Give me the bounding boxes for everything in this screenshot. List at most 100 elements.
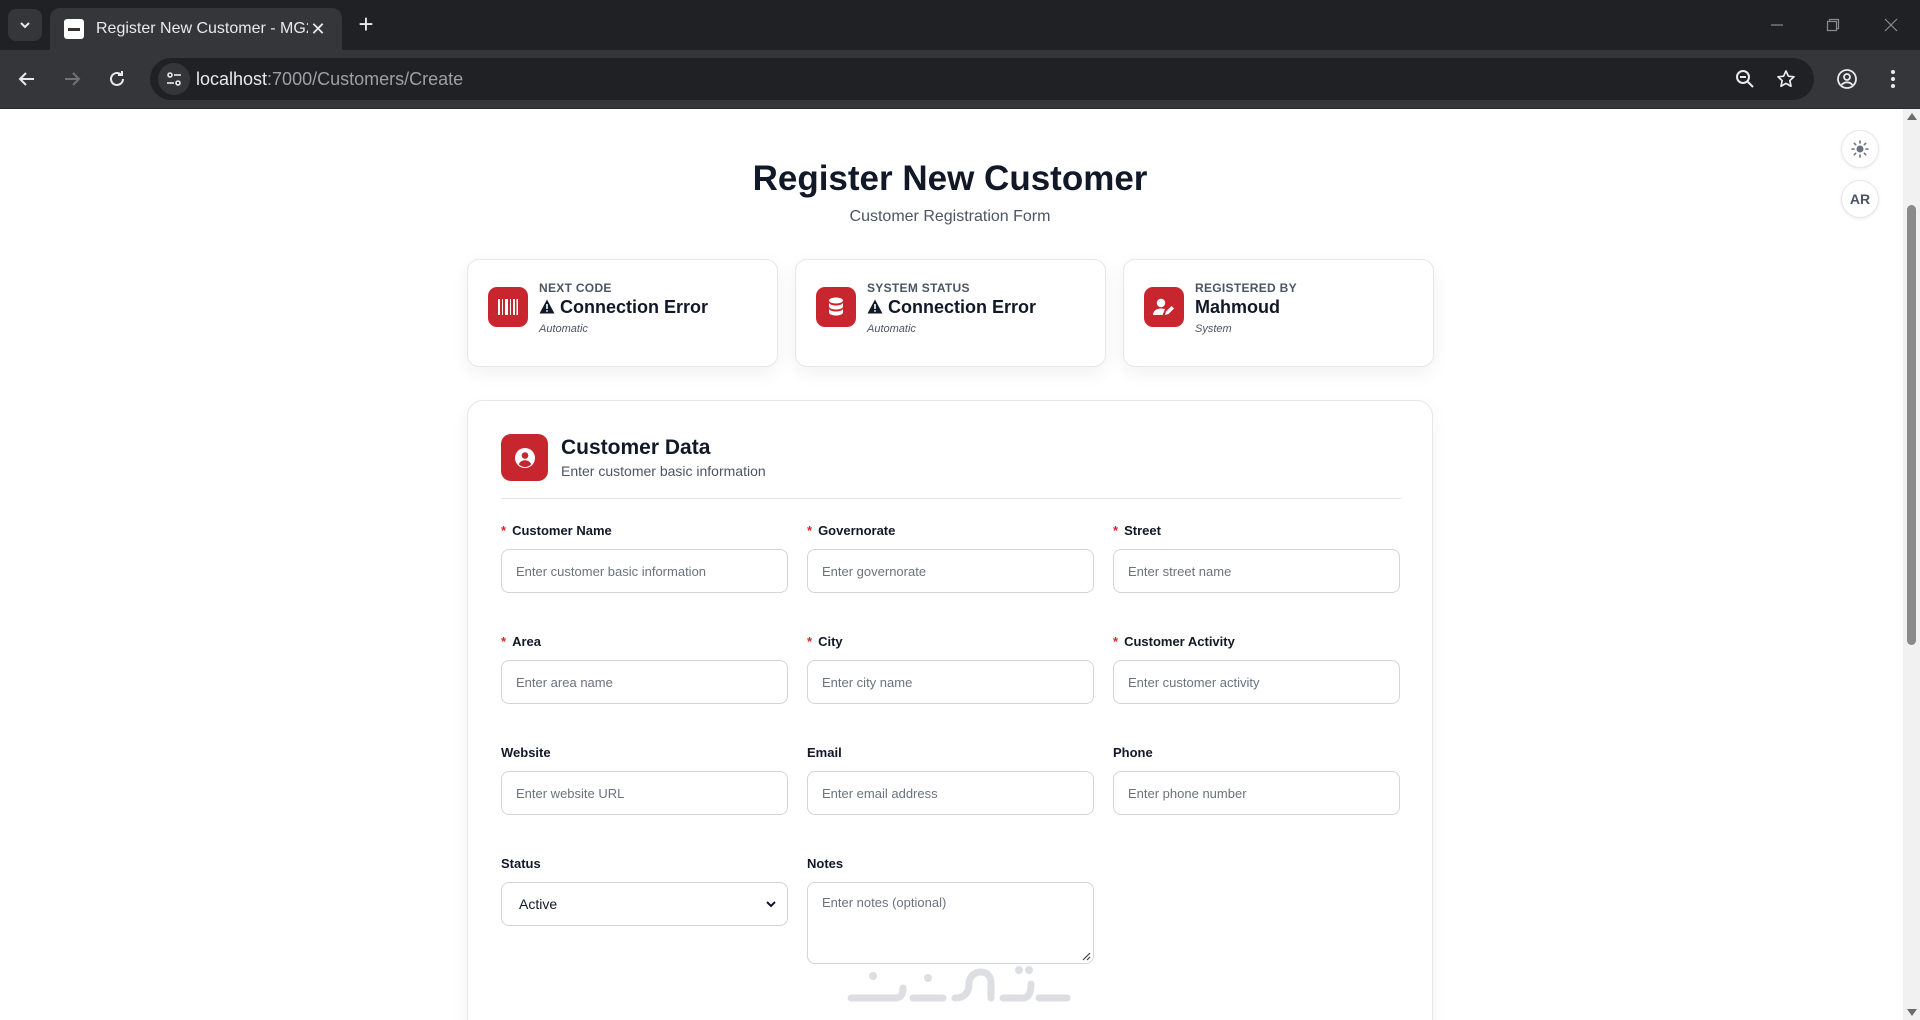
reload-icon — [110, 71, 124, 86]
new-tab-button[interactable]: + — [352, 11, 380, 39]
website-field: Website — [501, 744, 788, 815]
user-edit-icon — [1144, 287, 1184, 327]
site-info-button[interactable] — [158, 63, 190, 95]
page-subtitle: Customer Registration Form — [849, 208, 1051, 225]
registered-by-label: REGISTERED BY — [1195, 281, 1297, 295]
notes-field: Notes — [807, 855, 1094, 964]
city-label: * City — [807, 634, 843, 649]
bookmark-button[interactable] — [1771, 64, 1801, 94]
arrow-right-icon — [65, 72, 81, 86]
notes-label: Notes — [807, 856, 844, 871]
url-host: localhost — [196, 69, 268, 89]
next-code-card: NEXT CODE Connection Error Automatic — [467, 259, 778, 367]
next-code-value-text: Connection Error — [560, 297, 709, 317]
registered-by-card: REGISTERED BY Mahmoud System — [1123, 259, 1434, 367]
url-path: :7000/Customers/Create — [267, 69, 464, 89]
favicon-icon — [64, 19, 84, 39]
phone-field: Phone — [1113, 744, 1400, 815]
tab-title: Register New Customer - MG26 — [96, 20, 308, 37]
status-label: Status — [501, 856, 541, 871]
chevron-down-icon — [766, 901, 776, 908]
tab-close-icon[interactable]: ✕ — [308, 19, 328, 40]
customer-name-input[interactable] — [501, 549, 788, 593]
tune-icon — [167, 72, 181, 86]
watermark-logo — [847, 966, 1071, 1002]
browser-tab[interactable]: Register New Customer - MG26 ✕ — [50, 8, 342, 50]
required-marker: * — [807, 523, 813, 538]
street-label: * Street — [1113, 523, 1161, 538]
city-input[interactable] — [807, 660, 1094, 704]
close-window-button[interactable] — [1876, 12, 1906, 38]
required-marker: * — [1113, 634, 1119, 649]
chevron-down-icon — [20, 22, 30, 29]
required-marker: * — [501, 634, 507, 649]
phone-input[interactable] — [1113, 771, 1400, 815]
back-button[interactable] — [12, 64, 42, 94]
area-field: * Area — [501, 633, 788, 704]
city-field: * City — [807, 633, 1094, 704]
customer-activity-field: * Customer Activity — [1113, 633, 1400, 704]
customer-activity-input[interactable] — [1113, 660, 1400, 704]
minimize-icon — [1771, 24, 1783, 26]
required-marker: * — [1113, 523, 1119, 538]
registered-by-value: Mahmoud — [1195, 297, 1280, 317]
close-icon — [1884, 18, 1898, 32]
status-select[interactable]: Active — [501, 882, 788, 926]
page-scrollbar[interactable] — [1903, 109, 1920, 1020]
governorate-input[interactable] — [807, 549, 1094, 593]
system-status-label: SYSTEM STATUS — [867, 281, 970, 295]
next-code-label: NEXT CODE — [539, 281, 612, 295]
street-field: * Street — [1113, 522, 1400, 593]
reload-button[interactable] — [102, 64, 132, 94]
system-status-note: Automatic — [867, 323, 916, 335]
section-subtitle: Enter customer basic information — [561, 463, 766, 479]
scroll-down-arrow-icon[interactable] — [1907, 1009, 1917, 1016]
more-vert-icon — [1891, 70, 1895, 88]
zoom-button[interactable] — [1730, 64, 1760, 94]
system-status-card: SYSTEM STATUS Connection Error Automatic — [795, 259, 1106, 367]
email-input[interactable] — [807, 771, 1094, 815]
email-label: Email — [807, 745, 842, 760]
customer-data-form: Customer Data Enter customer basic infor… — [467, 400, 1433, 1020]
governorate-field: * Governorate — [807, 522, 1094, 593]
database-icon — [816, 287, 856, 327]
email-field: Email — [807, 744, 1094, 815]
forward-button[interactable] — [57, 64, 87, 94]
registered-by-note: System — [1195, 323, 1232, 335]
url-text: localhost:7000/Customers/Create — [196, 69, 463, 90]
address-bar[interactable]: localhost:7000/Customers/Create — [150, 58, 1814, 100]
website-input[interactable] — [501, 771, 788, 815]
profile-button[interactable] — [1832, 64, 1862, 94]
street-input[interactable] — [1113, 549, 1400, 593]
customer-activity-label: * Customer Activity — [1113, 634, 1235, 649]
resize-grip-icon[interactable] — [1081, 951, 1091, 961]
user-circle-icon — [501, 434, 548, 481]
next-code-note: Automatic — [539, 323, 588, 335]
arrow-left-icon — [18, 72, 34, 86]
section-divider — [501, 498, 1401, 499]
system-status-value: Connection Error — [867, 297, 1036, 318]
status-field: Status Active — [501, 855, 788, 926]
sun-icon — [1851, 140, 1869, 158]
page-title: Register New Customer — [752, 159, 1148, 198]
next-code-value: Connection Error — [539, 297, 708, 318]
browser-tabstrip: Register New Customer - MG26 ✕ + — [0, 0, 1920, 50]
governorate-label: * Governorate — [807, 523, 896, 538]
area-input[interactable] — [501, 660, 788, 704]
required-marker: * — [501, 523, 507, 538]
barcode-icon — [488, 287, 528, 327]
restore-icon — [1826, 18, 1840, 32]
restore-button[interactable] — [1818, 12, 1848, 38]
system-status-value-text: Connection Error — [888, 297, 1037, 317]
scroll-up-arrow-icon[interactable] — [1907, 113, 1917, 120]
area-label: * Area — [501, 634, 541, 649]
tab-search-button[interactable] — [8, 9, 42, 41]
browser-toolbar: localhost:7000/Customers/Create — [0, 50, 1920, 109]
browser-menu-button[interactable] — [1878, 64, 1908, 94]
scrollbar-thumb[interactable] — [1907, 205, 1916, 645]
warning-icon — [867, 299, 883, 314]
phone-label: Phone — [1113, 745, 1153, 760]
minimize-button[interactable] — [1762, 12, 1792, 38]
page-content: AR Register New Customer Customer Regist… — [0, 109, 1903, 1020]
website-label: Website — [501, 745, 551, 760]
